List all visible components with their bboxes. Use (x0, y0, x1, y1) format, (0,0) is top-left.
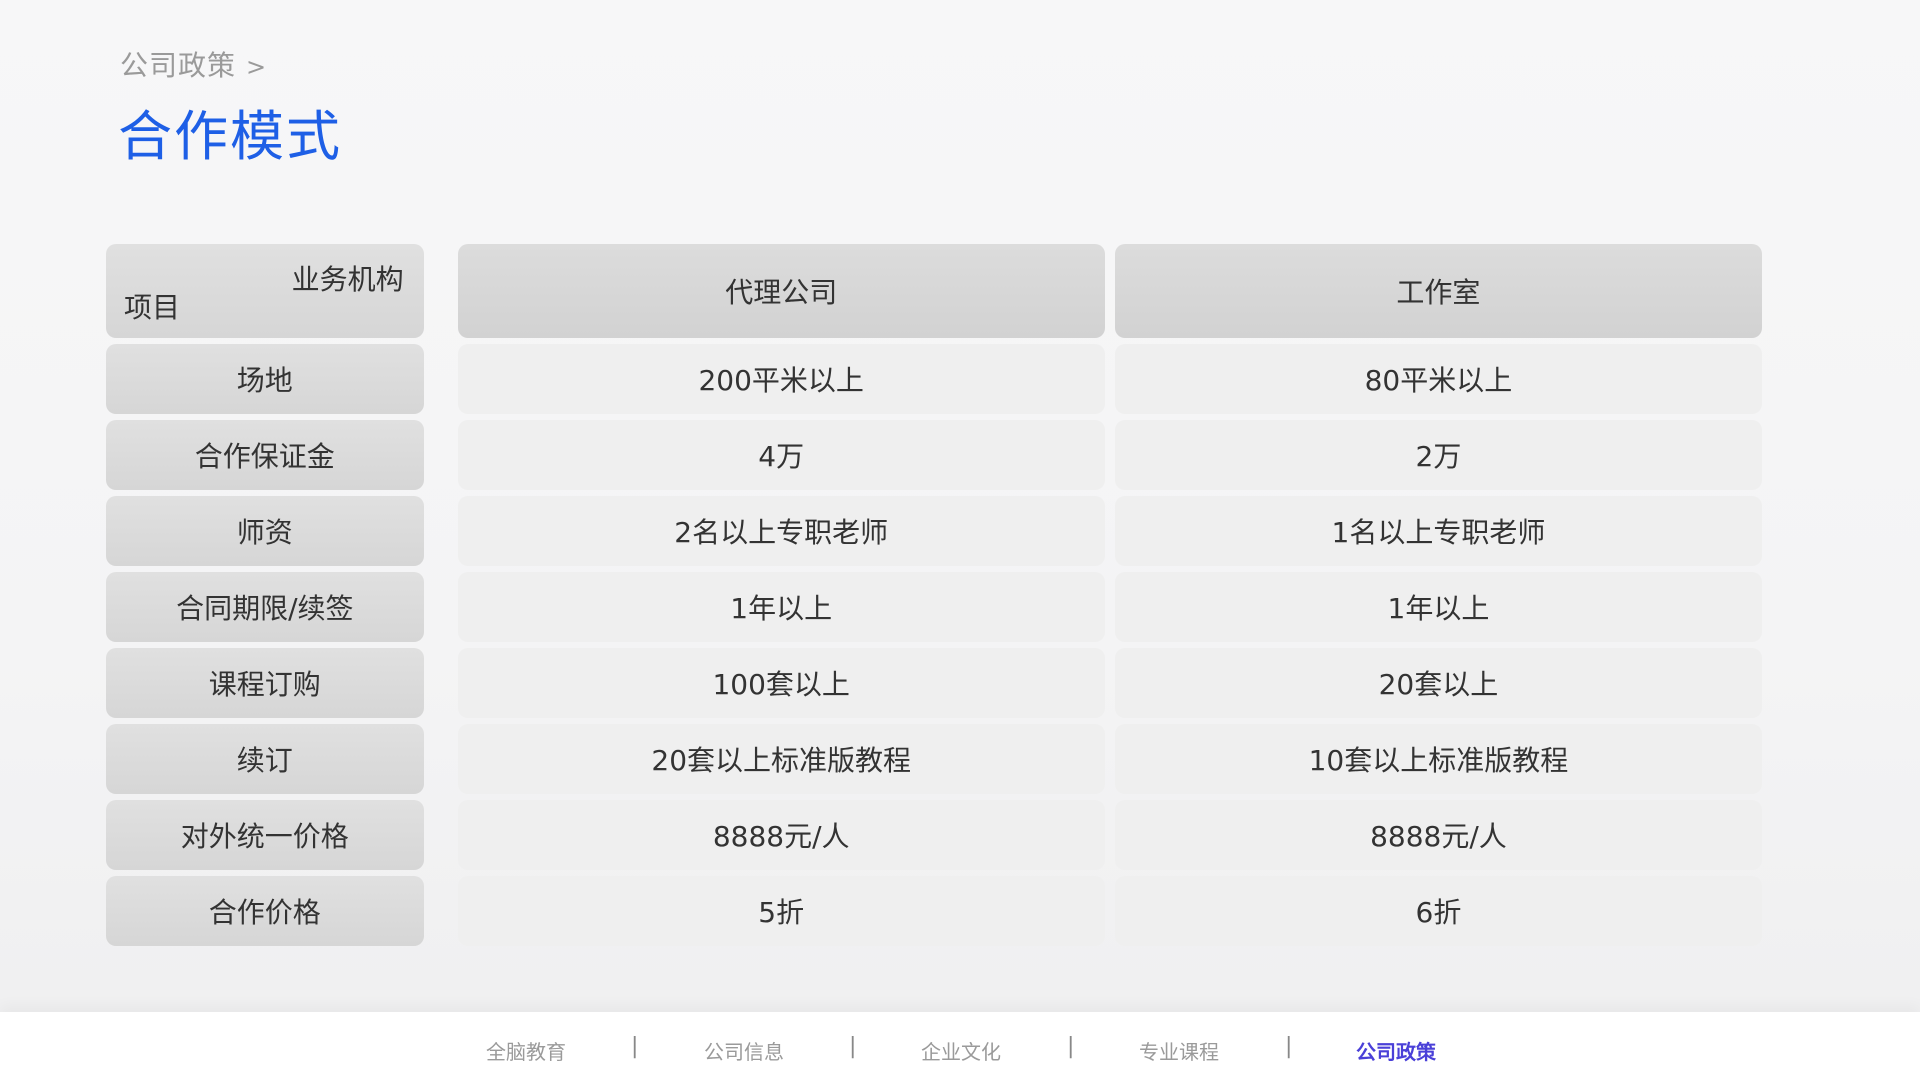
table-row: 合作价格 5折 6折 (106, 876, 1763, 946)
table-cell: 20套以上 (1114, 648, 1763, 718)
table-cell: 1年以上 (1114, 572, 1763, 642)
nav-separator: | (631, 1034, 639, 1059)
table-row: 对外统一价格 8888元/人 8888元/人 (106, 800, 1763, 870)
nav-separator: | (1067, 1034, 1075, 1059)
table-cell: 4万 (457, 420, 1105, 490)
column-header-studio: 工作室 (1114, 244, 1763, 338)
table-cell: 2名以上专职老师 (457, 496, 1105, 566)
table-row: 场地 200平米以上 80平米以上 (106, 344, 1763, 414)
row-label: 场地 (106, 344, 424, 414)
column-header-agency: 代理公司 (457, 244, 1105, 338)
table-row: 续订 20套以上标准版教程 10套以上标准版教程 (106, 724, 1763, 794)
row-label: 师资 (106, 496, 424, 566)
corner-column-label: 业务机构 (291, 263, 404, 296)
table-cell: 5折 (457, 876, 1105, 946)
nav-item-company-info[interactable]: 公司信息 (704, 1036, 784, 1065)
table-row: 师资 2名以上专职老师 1名以上专职老师 (106, 496, 1763, 566)
breadcrumb: 公司政策 > (120, 44, 267, 84)
table-cell: 100套以上 (457, 648, 1105, 718)
nav-separator: | (1285, 1034, 1293, 1059)
breadcrumb-separator: > (246, 53, 268, 81)
table-cell: 6折 (1114, 876, 1763, 946)
corner-row-label: 项目 (124, 291, 181, 324)
nav-item-corporate-culture[interactable]: 企业文化 (921, 1036, 1001, 1065)
page-title: 合作模式 (118, 105, 342, 168)
row-label: 合同期限/续签 (106, 572, 424, 642)
table-header-row: 业务机构 项目 代理公司 工作室 (106, 244, 1763, 338)
comparison-table: 业务机构 项目 代理公司 工作室 场地 200平米以上 80平米以上 合作保证金… (106, 244, 1763, 952)
row-label: 合作价格 (106, 876, 424, 946)
table-cell: 20套以上标准版教程 (457, 724, 1105, 794)
table-cell: 200平米以上 (457, 344, 1105, 414)
table-cell: 10套以上标准版教程 (1114, 724, 1763, 794)
row-label: 续订 (106, 724, 424, 794)
breadcrumb-parent[interactable]: 公司政策 (120, 49, 236, 82)
table-cell: 80平米以上 (1114, 344, 1763, 414)
row-label: 合作保证金 (106, 420, 424, 490)
footer-bar: 全脑教育 | 公司信息 | 企业文化 | 专业课程 | 公司政策 (0, 1012, 1920, 1080)
table-row: 课程订购 100套以上 20套以上 (106, 648, 1763, 718)
row-label: 课程订购 (106, 648, 424, 718)
table-cell: 8888元/人 (457, 800, 1105, 870)
nav-separator: | (849, 1034, 857, 1059)
table-row: 合作保证金 4万 2万 (106, 420, 1763, 490)
table-cell: 1年以上 (457, 572, 1105, 642)
nav-item-company-policy[interactable]: 公司政策 (1356, 1036, 1436, 1065)
table-row: 合同期限/续签 1年以上 1年以上 (106, 572, 1763, 642)
nav-item-brain-education[interactable]: 全脑教育 (486, 1036, 566, 1065)
table-cell: 1名以上专职老师 (1114, 496, 1763, 566)
table-corner-cell: 业务机构 项目 (106, 244, 424, 338)
row-label: 对外统一价格 (106, 800, 424, 870)
table-cell: 2万 (1114, 420, 1763, 490)
nav-item-professional-courses[interactable]: 专业课程 (1139, 1036, 1219, 1065)
table-cell: 8888元/人 (1114, 800, 1763, 870)
